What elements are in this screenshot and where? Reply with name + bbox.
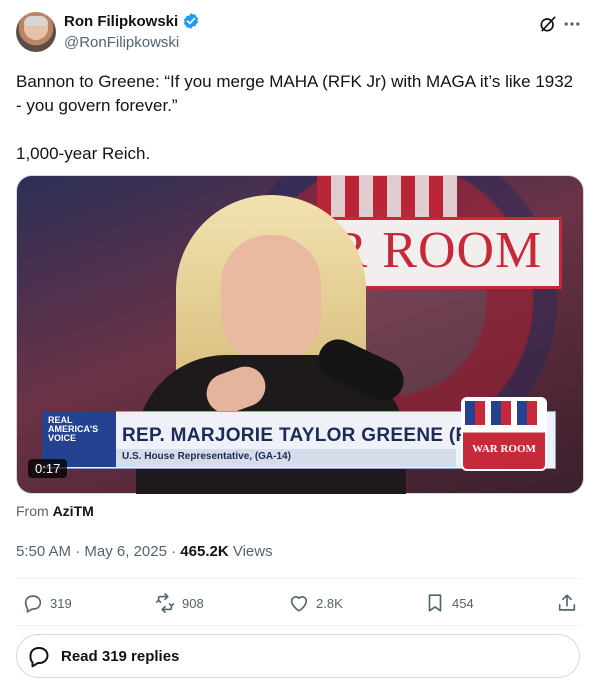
like-icon <box>290 596 308 612</box>
tweet-card: Ron Filipkowski @RonFilipkowski Bannon t… <box>0 0 598 688</box>
read-replies-button[interactable]: Read 319 replies <box>16 634 580 678</box>
author-display-name[interactable]: Ron Filipkowski <box>64 13 178 30</box>
source-link[interactable]: AziTM <box>53 503 94 519</box>
tweet-time[interactable]: 5:50 AM <box>16 543 71 560</box>
war-room-logo-flag <box>465 401 539 425</box>
tweet-meta: 5:50 AM · May 6, 2025 · 465.2K Views <box>16 543 273 560</box>
lower-third-brand: REAL AMERICA'S VOICE <box>48 415 99 443</box>
author-row: Ron Filipkowski <box>64 12 200 30</box>
reply-count: 319 <box>50 595 72 611</box>
share-icon <box>558 594 576 611</box>
bookmark-icon <box>428 594 442 612</box>
author-handle[interactable]: @RonFilipkowski <box>64 34 179 51</box>
video-frame: WAR ROOM REAL AMERICA'S VOICE REP. MARJO… <box>16 175 584 494</box>
meta-separator: · <box>75 543 81 560</box>
views-count: 465.2K <box>180 543 229 560</box>
views-label: Views <box>232 543 273 560</box>
lower-third-subtitle: U.S. House Representative, (GA-14) <box>122 451 291 462</box>
tweet-text: Bannon to Greene: “If you merge MAHA (RF… <box>16 72 574 163</box>
divider <box>16 578 582 579</box>
tweet-date[interactable]: May 6, 2025 <box>84 543 167 560</box>
war-room-logo-text: WAR ROOM <box>472 443 536 455</box>
grok-icon[interactable] <box>538 14 558 34</box>
lower-third-name: REP. MARJORIE TAYLOR GREENE (R) <box>122 425 477 446</box>
divider <box>16 625 582 626</box>
read-replies-label: Read 319 replies <box>61 647 180 665</box>
speaker-face <box>221 235 321 365</box>
share-button[interactable] <box>556 592 578 614</box>
verified-badge-icon <box>184 13 199 29</box>
source-attribution: From AziTM <box>16 503 94 519</box>
meta-separator-2: · <box>171 543 177 560</box>
reply-button[interactable]: 319 <box>22 592 72 614</box>
reply-icon <box>24 595 42 613</box>
repost-icon <box>155 593 175 613</box>
avatar[interactable] <box>16 12 56 52</box>
source-prefix: From <box>16 503 49 519</box>
repost-count: 908 <box>182 595 204 611</box>
bookmark-count: 454 <box>452 595 474 611</box>
repost-button[interactable]: 908 <box>154 592 204 614</box>
like-count: 2.8K <box>316 595 343 611</box>
more-icon[interactable] <box>562 14 582 34</box>
bookmark-button[interactable]: 454 <box>424 592 474 614</box>
speech-bubble-icon <box>29 647 49 668</box>
video-duration: 0:17 <box>28 459 68 478</box>
like-button[interactable]: 2.8K <box>288 592 343 614</box>
